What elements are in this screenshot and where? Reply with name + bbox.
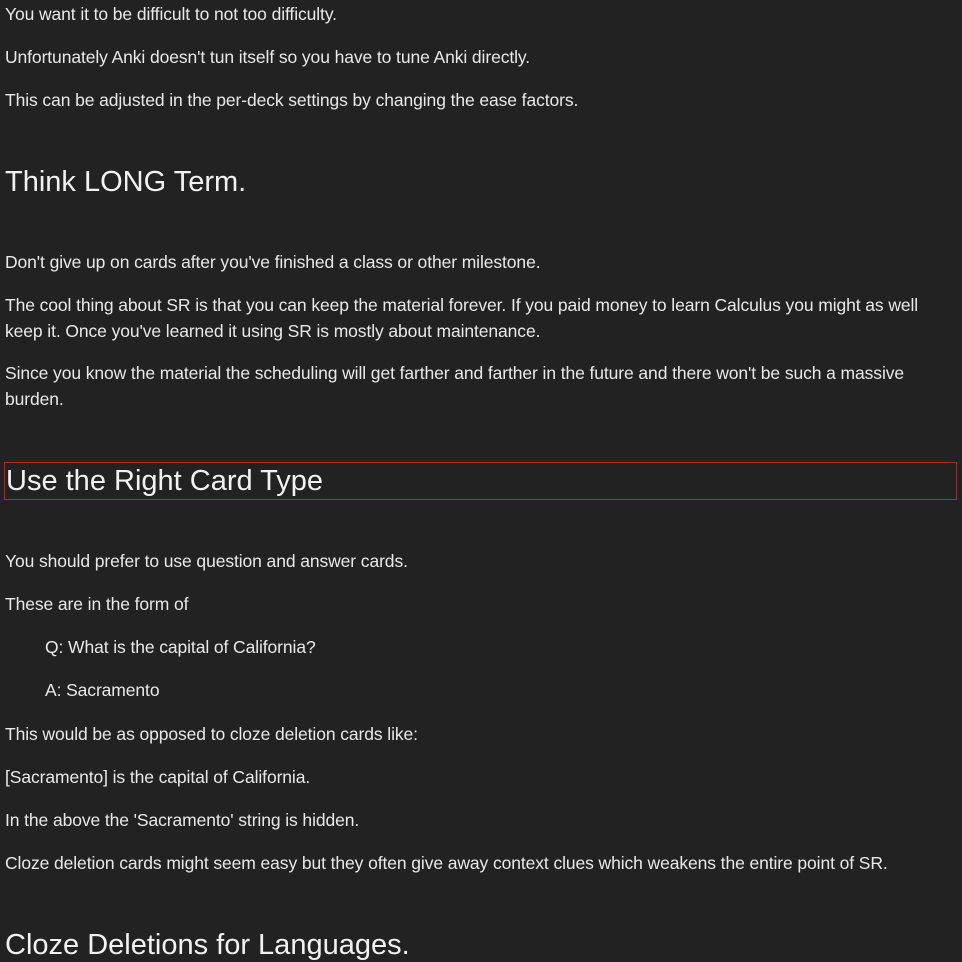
- paragraph: Don't give up on cards after you've fini…: [5, 252, 541, 272]
- paragraph: You want it to be difficult to not too d…: [5, 4, 337, 24]
- paragraph: These are in the form of: [5, 594, 189, 614]
- section-heading: Think LONG Term.: [5, 166, 247, 198]
- paragraph: This would be as opposed to cloze deleti…: [5, 724, 418, 744]
- paragraph: Unfortunately Anki doesn't tun itself so…: [5, 47, 531, 67]
- paragraph: This can be adjusted in the per-deck set…: [5, 90, 579, 110]
- section-heading: Cloze Deletions for Languages.: [5, 929, 410, 961]
- paragraph: The cool thing about SR is that you can …: [5, 295, 919, 341]
- section-heading-selected[interactable]: Use the Right Card Type: [4, 462, 957, 500]
- paragraph: Cloze deletion cards might seem easy but…: [5, 853, 888, 873]
- paragraph: [Sacramento] is the capital of Californi…: [5, 767, 311, 787]
- example-answer: A: Sacramento: [45, 680, 160, 700]
- paragraph: You should prefer to use question and an…: [5, 551, 408, 571]
- paragraph: In the above the 'Sacramento' string is …: [5, 810, 360, 830]
- paragraph: Since you know the material the scheduli…: [5, 363, 905, 409]
- example-question: Q: What is the capital of California?: [45, 637, 316, 657]
